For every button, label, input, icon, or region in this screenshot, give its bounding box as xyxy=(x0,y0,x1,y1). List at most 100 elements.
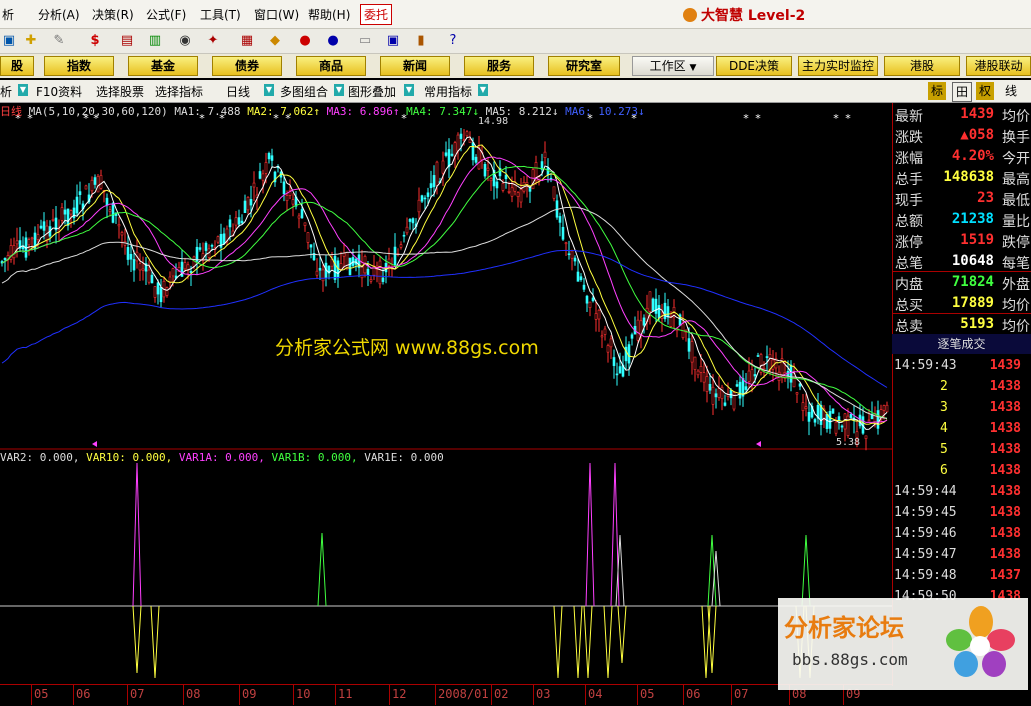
trade-price: 1438 xyxy=(989,421,1021,436)
globe-red-icon[interactable]: ● xyxy=(296,33,314,49)
legend-var1a: VAR1A: 0.000, xyxy=(178,451,265,464)
quote-value: 1439 xyxy=(960,106,994,122)
menu-analysis[interactable]: 分析(A) xyxy=(38,6,80,23)
sub-analysis[interactable]: 析 xyxy=(0,83,12,100)
x-tick-label: 11 xyxy=(338,687,353,701)
quote-label: 内盘 xyxy=(895,277,923,293)
nav-workarea[interactable]: 工作区 ▼ xyxy=(632,56,714,76)
window-icon[interactable]: ▣ xyxy=(384,33,402,49)
quote-label-right: 换手 xyxy=(1002,130,1030,146)
kline-chart[interactable]: * * * * * * * * * * * * * * * xyxy=(0,103,892,686)
quote-value: 10648 xyxy=(951,253,994,269)
quote-value: 5193 xyxy=(960,316,994,332)
x-tick-label: 03 xyxy=(536,687,551,701)
low-price-label: 5.38 xyxy=(836,437,861,448)
trade-price: 1438 xyxy=(989,442,1021,457)
nav-fund[interactable]: 基金 xyxy=(128,56,198,76)
help-cursor-icon[interactable]: ? xyxy=(444,33,462,49)
x-tick xyxy=(127,685,128,705)
sub-f10[interactable]: F10资料 xyxy=(36,83,82,100)
x-tick xyxy=(335,685,336,705)
ruler-icon[interactable]: ✎ xyxy=(50,33,68,49)
menu-formula[interactable]: 公式(F) xyxy=(146,6,186,23)
move-icon[interactable]: ✚ xyxy=(22,33,40,49)
nav-bond[interactable]: 债券 xyxy=(212,56,282,76)
diamond-icon[interactable]: ◆ xyxy=(266,33,284,49)
x-tick-label: 08 xyxy=(186,687,201,701)
trade-price: 1438 xyxy=(989,484,1021,499)
dropdown-icon[interactable]: ▼ xyxy=(18,84,28,96)
sub-select-indicator[interactable]: 选择指标 xyxy=(155,83,203,100)
order-button[interactable]: 委托 xyxy=(360,4,393,25)
menu-partial[interactable]: 析 xyxy=(2,6,14,23)
quote-label: 总额 xyxy=(895,214,923,230)
menu-tools[interactable]: 工具(T) xyxy=(200,6,241,23)
svg-text:*: * xyxy=(845,112,851,125)
nav-dde[interactable]: DDE决策 xyxy=(716,56,792,76)
trade-row: 14:59:46 1438 xyxy=(892,524,1031,545)
nav-monitor[interactable]: 主力实时监控 xyxy=(798,56,878,76)
x-tick xyxy=(731,685,732,705)
trade-price: 1437 xyxy=(989,568,1021,583)
dollar-icon[interactable]: $ xyxy=(86,33,104,49)
legend-ma-desc: MA(5,10,20,30,60,120) xyxy=(28,105,168,118)
alarm-icon[interactable]: ✦ xyxy=(204,33,222,49)
news-icon[interactable]: ▦ xyxy=(238,33,256,49)
forum-url: bbs.88gs.com xyxy=(792,650,908,669)
mark-icon[interactable]: 标 xyxy=(928,82,946,100)
rights-icon[interactable]: 权 xyxy=(976,82,994,100)
dropdown-icon[interactable]: ▼ xyxy=(478,84,488,96)
grid-icon[interactable]: 田 xyxy=(952,82,972,102)
x-tick xyxy=(239,685,240,705)
x-tick xyxy=(293,685,294,705)
quote-value: ▲058 xyxy=(960,127,994,143)
x-tick xyxy=(31,685,32,705)
x-tick xyxy=(683,685,684,705)
nav-hk[interactable]: 港股 xyxy=(884,56,960,76)
quote-label-right: 均价 xyxy=(1002,298,1030,314)
nav-commodity[interactable]: 商品 xyxy=(296,56,366,76)
legend-ma1: MA1: 7.488 xyxy=(174,105,241,118)
sub-overlay[interactable]: 图形叠加 xyxy=(348,83,396,100)
line-icon[interactable]: 线 xyxy=(1000,82,1022,100)
tape-icon[interactable]: ▤ xyxy=(118,33,136,49)
menu-window[interactable]: 窗口(W) xyxy=(254,6,299,23)
bars-icon[interactable]: ▥ xyxy=(146,33,164,49)
sub-select-stock[interactable]: 选择股票 xyxy=(96,83,144,100)
sub-daily[interactable]: 日线 xyxy=(226,83,250,100)
binocular-icon[interactable]: ◉ xyxy=(176,33,194,49)
dropdown-icon[interactable]: ▼ xyxy=(264,84,274,96)
quote-label: 总笔 xyxy=(895,256,923,272)
quote-value: 148638 xyxy=(943,169,994,185)
nav-news[interactable]: 新闻 xyxy=(380,56,450,76)
brand-icon xyxy=(683,8,697,22)
nav-index[interactable]: 指数 xyxy=(44,56,114,76)
x-tick-label: 10 xyxy=(296,687,311,701)
legend-prefix: 日线 xyxy=(0,105,22,118)
nav-service[interactable]: 服务 xyxy=(464,56,534,76)
trade-row: 14:59:45 1438 xyxy=(892,503,1031,524)
quote-row: 总买 17889 均价 xyxy=(893,294,1031,314)
menu-help[interactable]: 帮助(H) xyxy=(308,6,350,23)
menu-decision[interactable]: 决策(R) xyxy=(92,6,134,23)
trade-row: 2 1438 xyxy=(892,377,1031,398)
nav-hk-link[interactable]: 港股联动 xyxy=(966,56,1031,76)
trade-time: 14:59:43 xyxy=(894,358,957,373)
books-icon[interactable]: ▮ xyxy=(412,33,430,49)
dropdown-icon[interactable]: ▼ xyxy=(334,84,344,96)
quote-value: 17889 xyxy=(951,295,994,311)
legend-var1b: VAR1B: 0.000, xyxy=(271,451,358,464)
dropdown-icon[interactable]: ▼ xyxy=(404,84,414,96)
globe-blue-icon[interactable]: ● xyxy=(324,33,342,49)
x-tick-label: 04 xyxy=(588,687,603,701)
monitor-icon[interactable]: ▣ xyxy=(0,33,18,49)
print-icon[interactable]: ▭ xyxy=(356,33,374,49)
sub-multi-chart[interactable]: 多图组合 xyxy=(280,83,328,100)
nav-research[interactable]: 研究室 xyxy=(548,56,620,76)
trade-price: 1438 xyxy=(989,463,1021,478)
flower-logo-icon xyxy=(946,606,1015,677)
nav-stock[interactable]: 股 xyxy=(0,56,34,76)
legend-var2: VAR2: 0.000, xyxy=(0,451,80,464)
sub-common-indicator[interactable]: 常用指标 xyxy=(424,83,472,100)
quote-value: 1519 xyxy=(960,232,994,248)
